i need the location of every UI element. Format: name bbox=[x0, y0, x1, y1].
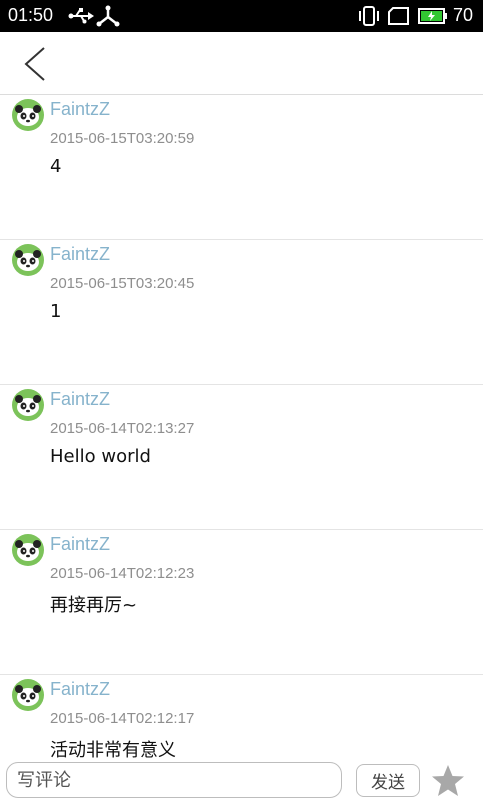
comment-username[interactable]: FaintzZ bbox=[50, 99, 110, 120]
status-time: 01:50 bbox=[8, 5, 54, 25]
comment-composer: 发送 bbox=[0, 761, 483, 806]
vibrate-icon bbox=[358, 6, 380, 30]
chevron-left-icon[interactable] bbox=[22, 46, 48, 86]
list-item: FaintzZ 2015-06-14T02:13:27 Hello world bbox=[0, 385, 483, 530]
comment-text: 1 bbox=[50, 301, 62, 322]
comment-list[interactable]: FaintzZ 2015-06-15T03:20:59 4 FaintzZ 20… bbox=[0, 95, 483, 761]
panda-icon bbox=[15, 395, 41, 416]
header-bar bbox=[0, 32, 483, 95]
comment-input[interactable] bbox=[6, 762, 342, 798]
battery-charging-icon bbox=[418, 8, 448, 28]
battery-level: 70 bbox=[453, 5, 474, 25]
avatar bbox=[12, 99, 44, 131]
usb-icon bbox=[68, 6, 94, 30]
usb-debug-icon bbox=[96, 5, 120, 31]
comment-text: 活动非常有意义 bbox=[50, 740, 176, 761]
panda-icon bbox=[15, 540, 41, 561]
comment-text: 4 bbox=[50, 156, 62, 177]
comment-timestamp: 2015-06-14T02:12:23 bbox=[50, 565, 195, 582]
comment-timestamp: 2015-06-14T02:12:17 bbox=[50, 710, 195, 727]
comment-username[interactable]: FaintzZ bbox=[50, 679, 110, 700]
avatar bbox=[12, 244, 44, 276]
panda-icon bbox=[15, 250, 41, 271]
comment-username[interactable]: FaintzZ bbox=[50, 534, 110, 555]
comment-username[interactable]: FaintzZ bbox=[50, 389, 110, 410]
panda-icon bbox=[15, 105, 41, 126]
panda-icon bbox=[15, 685, 41, 706]
list-item: FaintzZ 2015-06-14T02:12:17 活动非常有意义 bbox=[0, 675, 483, 761]
avatar bbox=[12, 389, 44, 421]
send-button[interactable]: 发送 bbox=[356, 764, 420, 797]
list-item: FaintzZ 2015-06-15T03:20:45 1 bbox=[0, 240, 483, 385]
list-item: FaintzZ 2015-06-15T03:20:59 4 bbox=[0, 95, 483, 240]
avatar bbox=[12, 679, 44, 711]
comment-timestamp: 2015-06-15T03:20:45 bbox=[50, 275, 195, 292]
sim-icon bbox=[388, 7, 410, 29]
comment-timestamp: 2015-06-14T02:13:27 bbox=[50, 420, 195, 437]
list-item: FaintzZ 2015-06-14T02:12:23 再接再厉~ bbox=[0, 530, 483, 675]
comment-text: Hello world bbox=[50, 446, 151, 467]
star-icon[interactable] bbox=[430, 763, 466, 803]
avatar bbox=[12, 534, 44, 566]
comment-text: 再接再厉~ bbox=[50, 595, 138, 616]
status-bar: 01:50 70 bbox=[0, 0, 483, 32]
comment-username[interactable]: FaintzZ bbox=[50, 244, 110, 265]
comment-timestamp: 2015-06-15T03:20:59 bbox=[50, 130, 195, 147]
